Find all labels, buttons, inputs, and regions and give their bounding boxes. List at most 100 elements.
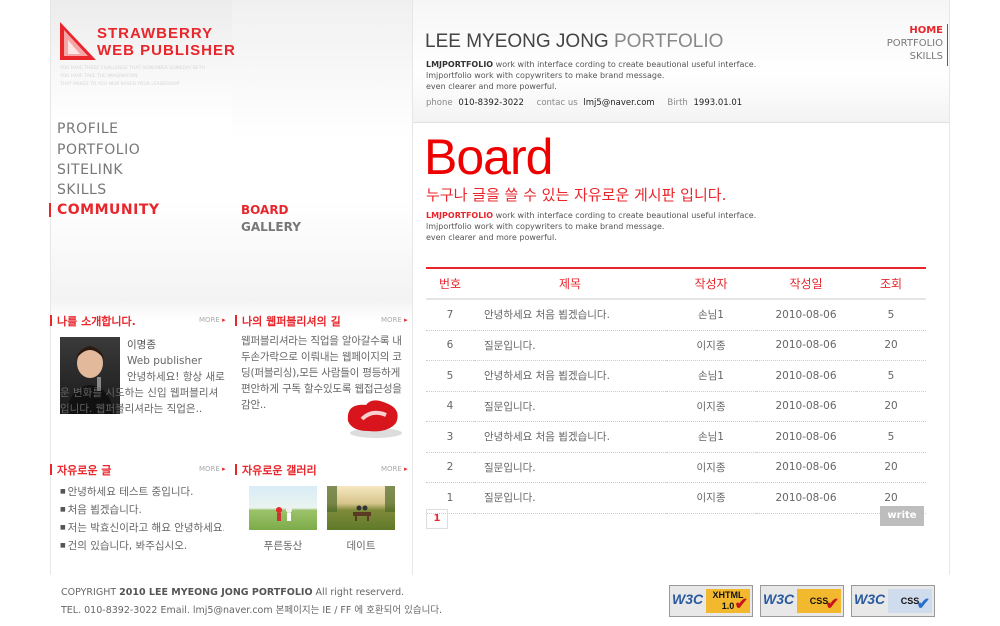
page-number-current[interactable]: 1: [426, 509, 448, 529]
board-title: Board: [424, 129, 553, 185]
row-subject[interactable]: 안녕하세요 처음 뵙겠습니다.: [474, 421, 666, 453]
nav-community[interactable]: COMMUNITY: [57, 202, 160, 218]
row-views: 20: [856, 330, 926, 361]
check-icon: ✔: [734, 596, 748, 613]
intro-brand: LMJPORTFOLIO: [426, 60, 494, 69]
row-views: 5: [856, 360, 926, 392]
row-author: 이지종: [666, 482, 756, 514]
nav-portfolio[interactable]: PORTFOLIO: [57, 142, 140, 158]
free-post-more-link[interactable]: MORE: [199, 465, 226, 473]
gallery-title[interactable]: 자유로운 갤러리: [235, 462, 317, 478]
logo-line-1[interactable]: STRAWBERRY: [97, 25, 213, 42]
email-value[interactable]: lmj5@naver.com: [583, 98, 654, 108]
intro-line-1: work with interface cording to create be…: [493, 60, 757, 69]
gallery-thumb-2[interactable]: [327, 486, 395, 530]
row-author: 이지종: [666, 452, 756, 483]
header-intro: LMJPORTFOLIO work with interface cording…: [426, 59, 806, 92]
board-body: 7 안녕하세요 처음 뵙겠습니다. 손님1 2010-08-06 5 6 질문입니다. 이지종…: [426, 299, 926, 514]
path-more-link[interactable]: MORE: [381, 316, 408, 324]
gallery-caption-2: 데이트: [346, 540, 376, 552]
row-date: 2010-08-06: [756, 482, 856, 514]
list-item[interactable]: 건의 있습니다, 봐주십시오.: [60, 537, 224, 555]
row-date: 2010-08-06: [756, 391, 856, 422]
row-subject[interactable]: 질문입니다.: [474, 452, 666, 483]
row-date: 2010-08-06: [756, 360, 856, 392]
active-nav-marker: [49, 203, 51, 217]
gallery-more-link[interactable]: MORE: [381, 465, 408, 473]
row-number: 7: [426, 299, 474, 331]
check-icon: ✔: [916, 596, 930, 613]
logo-line-2[interactable]: WEB PUBLISHER: [97, 42, 236, 59]
w3c-css-badge[interactable]: W3C CSS ✔: [760, 585, 844, 617]
row-date: 2010-08-06: [756, 330, 856, 361]
phone-label: phone: [426, 98, 453, 108]
red-chair-icon: [347, 400, 402, 438]
site-title-name: LEE MYEONG JONG: [425, 31, 609, 52]
subnav-board[interactable]: BOARD: [241, 203, 289, 217]
board-subtitle: 누구나 글을 쓸 수 있는 자유로운 게시판 입니다.: [426, 186, 727, 204]
board-desc-brand: LMJPORTFOLIO: [426, 211, 494, 220]
nav-skills[interactable]: SKILLS: [57, 182, 107, 198]
park-bench-icon: [327, 486, 395, 521]
row-number: 2: [426, 452, 474, 483]
nav-profile[interactable]: PROFILE: [57, 121, 119, 137]
logo-tagline: YOU HAVE TAKE THE IMAGINATION: [60, 74, 138, 79]
table-row[interactable]: 3 안녕하세요 처음 뵙겠습니다. 손님1 2010-08-06 5: [426, 421, 926, 453]
table-row[interactable]: 2 질문입니다. 이지종 2010-08-06 20: [426, 452, 926, 483]
board-desc-line-3: even clearer and more powerful.: [426, 233, 557, 242]
copyright-suffix: All right reserverd.: [312, 587, 405, 598]
board-table: 번호 제목 작성자 작성일 조회 7 안녕하세요 처음 뵙겠습니다. 손님1 2010…: [426, 267, 926, 514]
table-row[interactable]: 5 안녕하세요 처음 뵙겠습니다. 손님1 2010-08-06 5: [426, 360, 926, 392]
path-box-title[interactable]: 나의 웹퍼블리셔의 길: [235, 313, 341, 329]
row-subject[interactable]: 안녕하세요 처음 뵙겠습니다.: [474, 299, 666, 331]
nav-sitelink[interactable]: SITELINK: [57, 162, 123, 178]
meadow-icon: [276, 507, 292, 521]
row-number: 5: [426, 360, 474, 392]
w3c-logo-text: W3C: [854, 591, 886, 607]
table-row[interactable]: 4 질문입니다. 이지종 2010-08-06 20: [426, 391, 926, 422]
w3c-logo-text: W3C: [672, 591, 704, 607]
row-views: 5: [856, 299, 926, 331]
topnav-divider: [947, 24, 948, 66]
w3c-xhtml-badge[interactable]: W3C XHTML 1.0 ✔: [669, 585, 753, 617]
row-subject[interactable]: 질문입니다.: [474, 330, 666, 361]
row-author: 손님1: [666, 360, 756, 392]
topnav-home[interactable]: HOME: [909, 25, 943, 36]
profile-box-title[interactable]: 나를 소개합니다.: [50, 313, 136, 329]
check-icon: ✔: [825, 596, 839, 613]
row-subject[interactable]: 질문입니다.: [474, 482, 666, 514]
site-title: LEE MYEONG JONG PORTFOLIO: [425, 31, 723, 53]
table-row[interactable]: 6 질문입니다. 이지종 2010-08-06 20: [426, 330, 926, 361]
list-item[interactable]: 안녕하세요 테스트 중입니다.: [60, 483, 224, 501]
column-header-number: 번호: [426, 267, 474, 300]
gallery-caption-1: 푸른동산: [263, 540, 303, 552]
row-views: 20: [856, 391, 926, 422]
gallery-thumb-1[interactable]: [249, 486, 317, 530]
topnav-portfolio[interactable]: PORTFOLIO: [887, 38, 943, 49]
table-row[interactable]: 7 안녕하세요 처음 뵙겠습니다. 손님1 2010-08-06 5: [426, 299, 926, 331]
footer-copyright: COPYRIGHT 2010 LEE MYEONG JONG PORTFOLIO…: [61, 587, 404, 598]
row-date: 2010-08-06: [756, 421, 856, 453]
w3c-css-badge-blue[interactable]: W3C CSS ✔: [851, 585, 935, 617]
free-post-title[interactable]: 자유로운 글: [50, 462, 111, 478]
logo-icon[interactable]: [60, 22, 96, 60]
site-title-suffix: PORTFOLIO: [613, 31, 724, 52]
email-label: contac us: [536, 98, 578, 108]
row-number: 6: [426, 330, 474, 361]
row-subject[interactable]: 안녕하세요 처음 뵙겠습니다.: [474, 360, 666, 392]
subnav-gallery[interactable]: GALLERY: [241, 220, 301, 234]
list-item[interactable]: 저는 박효신이라고 해요 안녕하세요.: [60, 519, 224, 537]
row-author: 이지종: [666, 391, 756, 422]
profile-more-link[interactable]: MORE: [199, 316, 226, 324]
logo-tagline: THAT MAKES TO YOU NEW BASED YOUR LEADERS…: [60, 82, 180, 87]
row-date: 2010-08-06: [756, 452, 856, 483]
column-header-date: 작성일: [756, 267, 856, 300]
topnav-skills[interactable]: SKILLS: [910, 51, 943, 62]
board-description: LMJPORTFOLIO work with interface cording…: [426, 210, 846, 243]
write-button[interactable]: write: [880, 506, 924, 526]
row-subject[interactable]: 질문입니다.: [474, 391, 666, 422]
phone-value: 010-8392-3022: [458, 98, 524, 108]
list-item[interactable]: 처음 뵙겠습니다.: [60, 501, 224, 519]
intro-line-3: even clearer and more powerful.: [426, 82, 557, 91]
table-row[interactable]: 1 질문입니다. 이지종 2010-08-06 20: [426, 482, 926, 514]
